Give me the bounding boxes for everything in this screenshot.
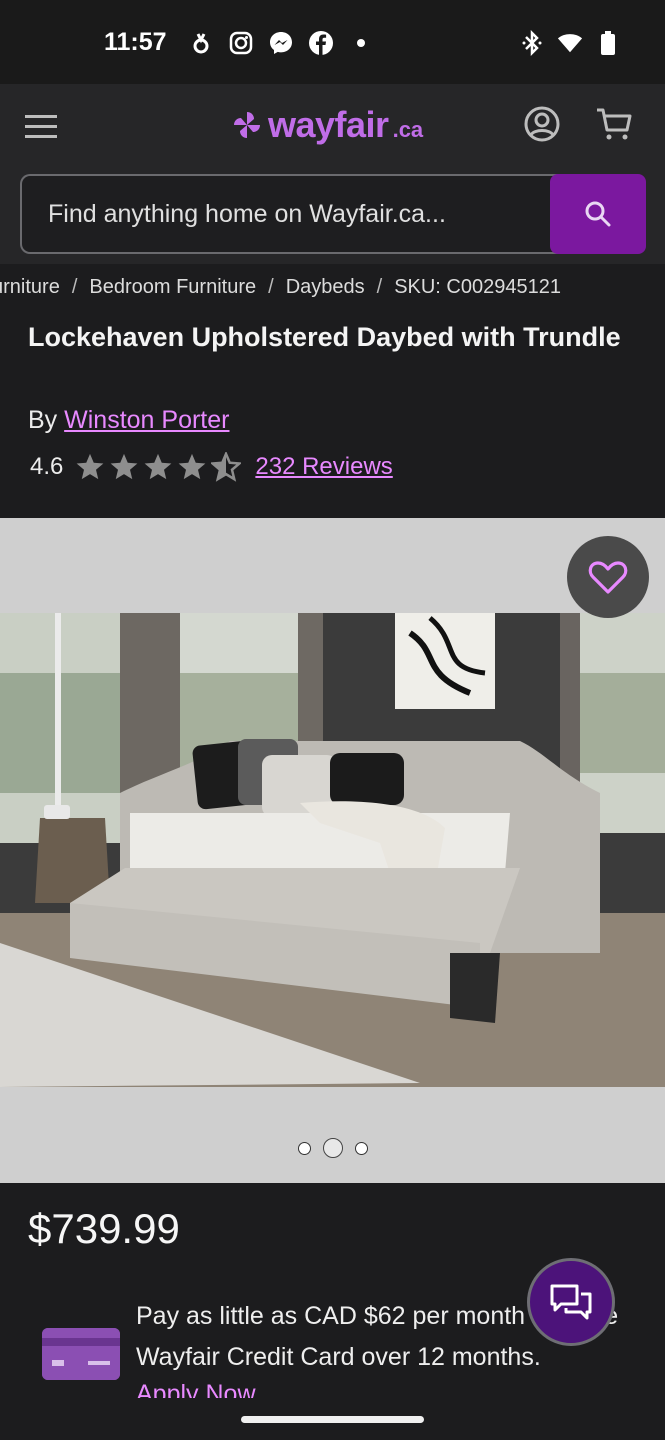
brand-link[interactable]: Winston Porter — [64, 406, 229, 434]
facebook-icon — [308, 30, 334, 56]
site-header: wayfair .ca — [0, 84, 665, 264]
wayfair-logo[interactable]: wayfair .ca — [232, 104, 423, 146]
notification-icon — [188, 30, 214, 56]
apply-now-link[interactable]: Apply Now — [136, 1380, 256, 1398]
gallery-dot-active[interactable] — [323, 1138, 343, 1158]
home-indicator[interactable] — [241, 1416, 424, 1423]
logo-suffix: .ca — [392, 117, 424, 142]
rating-row: 4.6 232 Reviews — [30, 452, 393, 482]
product-title: Lockehaven Upholstered Daybed with Trund… — [28, 322, 621, 352]
gallery-dot[interactable] — [355, 1141, 368, 1155]
star-full-icon — [179, 453, 206, 480]
reviews-link[interactable]: 232 Reviews — [255, 453, 392, 481]
gallery-dot[interactable] — [298, 1141, 311, 1155]
search-button[interactable] — [550, 174, 646, 254]
gallery-pagination — [298, 1138, 368, 1158]
chat-button[interactable] — [527, 1258, 615, 1346]
battery-icon — [595, 30, 621, 56]
star-full-icon — [77, 453, 104, 480]
star-half-icon — [211, 452, 242, 482]
search-input[interactable] — [20, 174, 560, 254]
hamburger-icon — [25, 115, 57, 138]
chat-icon — [550, 1284, 592, 1320]
status-time: 11:57 — [104, 28, 167, 56]
rating-value: 4.6 — [30, 453, 64, 480]
bluetooth-icon — [519, 30, 545, 56]
notification-icons — [188, 30, 374, 56]
search-bar — [20, 174, 646, 256]
favorite-button[interactable] — [567, 536, 649, 618]
product-byline: By Winston Porter — [28, 406, 229, 435]
logo-text: wayfair — [268, 104, 389, 145]
product-gallery[interactable] — [0, 518, 665, 1183]
breadcrumb-item-daybeds[interactable]: Daybeds — [286, 276, 365, 299]
star-rating — [75, 452, 242, 482]
product-photo[interactable] — [0, 613, 665, 1087]
breadcrumb-sku: SKU: C002945121 — [394, 276, 561, 298]
menu-button[interactable] — [22, 106, 62, 146]
dot-icon — [348, 30, 374, 56]
wayfair-pinwheel-icon — [234, 112, 260, 138]
cart-icon — [597, 108, 632, 140]
star-full-icon — [145, 453, 172, 480]
star-full-icon — [111, 453, 138, 480]
breadcrumb-separator: / — [268, 276, 274, 298]
account-icon — [524, 106, 560, 142]
product-price: $739.99 — [28, 1205, 180, 1252]
messenger-icon — [268, 30, 294, 56]
breadcrumb: urniture / Bedroom Furniture / Daybeds /… — [0, 264, 665, 312]
breadcrumb-item-bedroom-furniture[interactable]: Bedroom Furniture — [89, 276, 256, 299]
breadcrumb-separator: / — [71, 276, 78, 298]
by-label: By — [28, 406, 58, 434]
system-icons — [519, 30, 621, 56]
instagram-icon — [228, 30, 254, 56]
credit-card-icon — [42, 1328, 120, 1380]
status-bar: 11:57 — [0, 0, 665, 84]
search-icon — [585, 201, 611, 227]
cart-button[interactable] — [594, 104, 634, 144]
wifi-icon — [557, 30, 583, 56]
breadcrumb-separator: / — [376, 276, 383, 298]
account-button[interactable] — [522, 104, 562, 144]
heart-icon — [588, 561, 628, 594]
breadcrumb-item-furniture[interactable]: urniture — [0, 276, 60, 299]
